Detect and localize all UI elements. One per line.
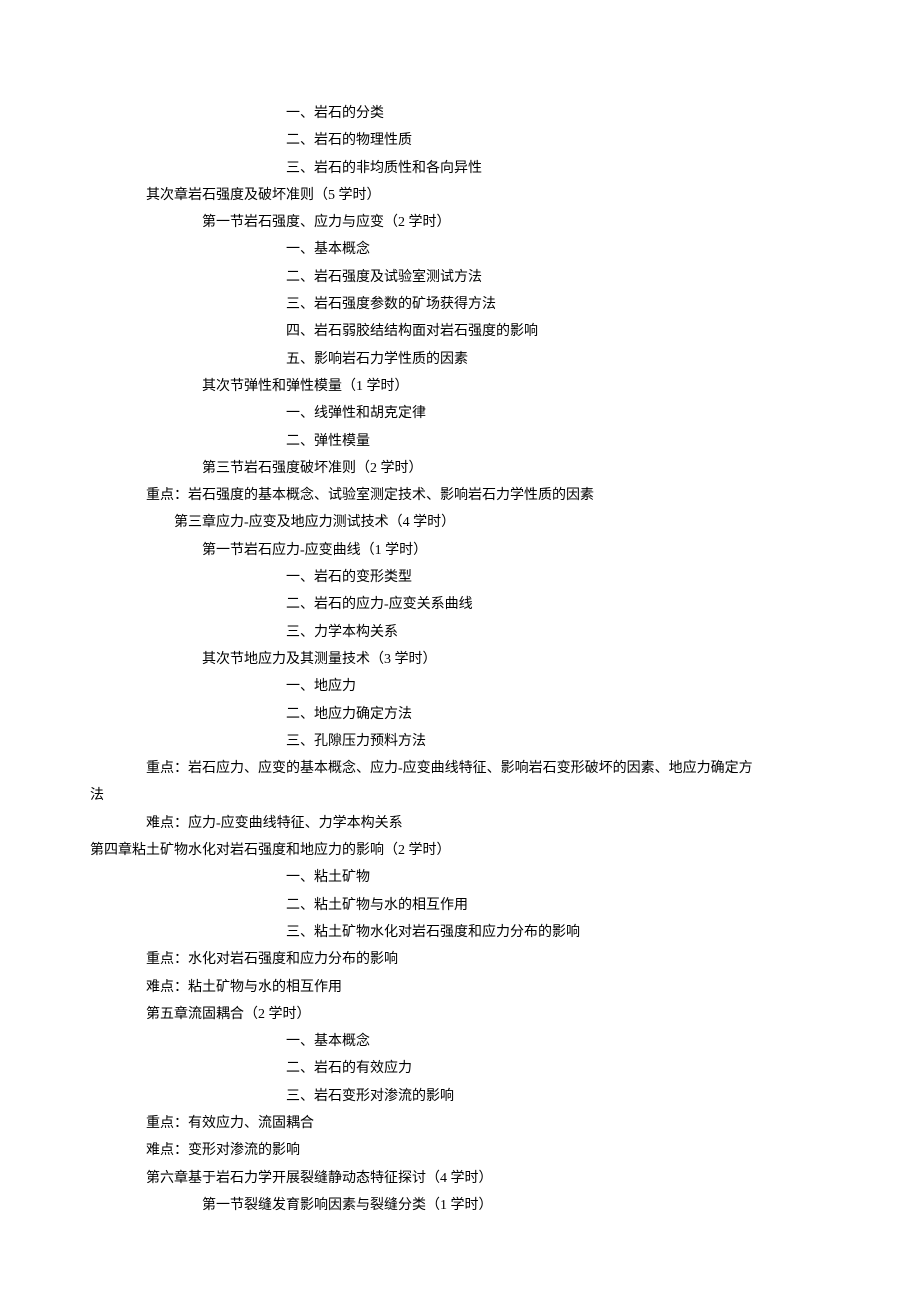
text-line: 三、孔隙压力预料方法 xyxy=(90,728,830,755)
text-line: 第三节岩石强度破坏准则（2 学时） xyxy=(90,455,830,482)
text-line: 第一节裂缝发育影响因素与裂缝分类（1 学时） xyxy=(90,1192,830,1219)
text-line: 二、岩石的应力-应变关系曲线 xyxy=(90,591,830,618)
text-line: 重点：岩石应力、应变的基本概念、应力-应变曲线特征、影响岩石变形破坏的因素、地应… xyxy=(90,755,830,782)
text-line: 其次节弹性和弹性模量（1 学时） xyxy=(90,373,830,400)
text-line: 三、岩石的非均质性和各向异性 xyxy=(90,155,830,182)
text-line: 一、粘土矿物 xyxy=(90,864,830,891)
text-line: 难点：变形对渗流的影响 xyxy=(90,1137,830,1164)
text-line: 一、岩石的分类 xyxy=(90,100,830,127)
text-line: 三、岩石强度参数的矿场获得方法 xyxy=(90,291,830,318)
text-line: 第四章粘土矿物水化对岩石强度和地应力的影响（2 学时） xyxy=(90,837,830,864)
text-line: 一、地应力 xyxy=(90,673,830,700)
text-line: 二、粘土矿物与水的相互作用 xyxy=(90,892,830,919)
text-line: 第一节岩石应力-应变曲线（1 学时） xyxy=(90,537,830,564)
text-line: 三、力学本构关系 xyxy=(90,619,830,646)
text-line: 一、岩石的变形类型 xyxy=(90,564,830,591)
text-line: 第五章流固耦合（2 学时） xyxy=(90,1001,830,1028)
text-line: 二、岩石的有效应力 xyxy=(90,1055,830,1082)
document-page: 一、岩石的分类 二、岩石的物理性质 三、岩石的非均质性和各向异性 其次章岩石强度… xyxy=(0,0,920,1259)
text-line: 重点：有效应力、流固耦合 xyxy=(90,1110,830,1137)
text-line: 难点：粘土矿物与水的相互作用 xyxy=(90,974,830,1001)
text-line: 二、弹性模量 xyxy=(90,428,830,455)
text-line: 二、岩石的物理性质 xyxy=(90,127,830,154)
text-line: 二、岩石强度及试验室测试方法 xyxy=(90,264,830,291)
text-line: 一、基本概念 xyxy=(90,236,830,263)
text-line: 重点：岩石强度的基本概念、试验室测定技术、影响岩石力学性质的因素 xyxy=(90,482,830,509)
text-line: 三、粘土矿物水化对岩石强度和应力分布的影响 xyxy=(90,919,830,946)
text-line: 一、线弹性和胡克定律 xyxy=(90,400,830,427)
text-line: 三、岩石变形对渗流的影响 xyxy=(90,1083,830,1110)
text-line: 其次章岩石强度及破坏准则（5 学时） xyxy=(90,182,830,209)
text-line: 重点：水化对岩石强度和应力分布的影响 xyxy=(90,946,830,973)
text-line: 第三章应力-应变及地应力测试技术（4 学时） xyxy=(90,509,830,536)
text-line: 难点：应力-应变曲线特征、力学本构关系 xyxy=(90,810,830,837)
text-line: 一、基本概念 xyxy=(90,1028,830,1055)
text-line: 第一节岩石强度、应力与应变（2 学时） xyxy=(90,209,830,236)
text-line: 法 xyxy=(90,782,830,809)
text-line: 五、影响岩石力学性质的因素 xyxy=(90,346,830,373)
text-line: 四、岩石弱胶结结构面对岩石强度的影响 xyxy=(90,318,830,345)
document-body: 一、岩石的分类 二、岩石的物理性质 三、岩石的非均质性和各向异性 其次章岩石强度… xyxy=(90,100,830,1219)
text-line: 第六章基于岩石力学开展裂缝静动态特征探讨（4 学时） xyxy=(90,1165,830,1192)
text-line: 其次节地应力及其测量技术（3 学时） xyxy=(90,646,830,673)
text-line: 二、地应力确定方法 xyxy=(90,701,830,728)
